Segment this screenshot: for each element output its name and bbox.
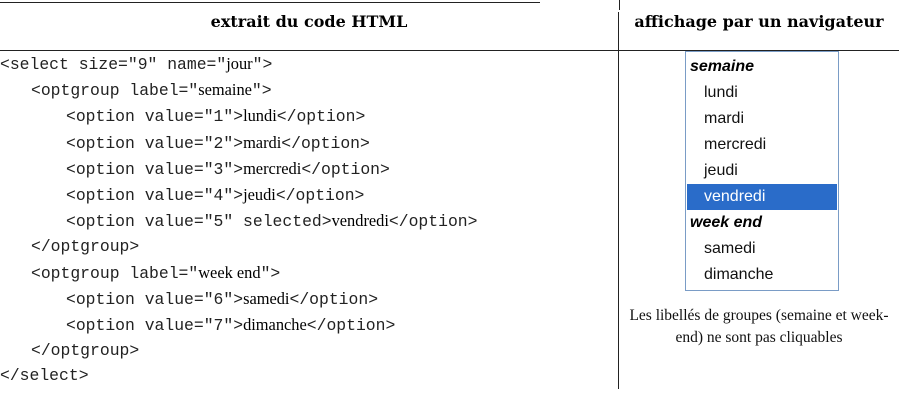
code-line-optgroup-weekend: <optgroup label="week end">: [31, 262, 281, 283]
option-dimanche[interactable]: dimanche: [687, 262, 837, 288]
comparison-table: extrait du code HTML affichage par un na…: [0, 12, 899, 389]
option-lundi[interactable]: lundi: [687, 80, 837, 106]
render-cell: semaine lundi mardi mercredi jeudi vendr…: [619, 51, 899, 389]
code-line-option-3: <option value="3">mercredi</option>: [66, 158, 390, 179]
header-browser-display: affichage par un navigateur: [618, 12, 899, 51]
code-line-option-1: <option value="1">lundi</option>: [66, 106, 366, 127]
code-line-option-6: <option value="6">samedi</option>: [66, 288, 379, 309]
code-line-option-7: <option value="7">dimanche</option>: [66, 315, 396, 336]
code-line-option-5: <option value="5" selected>vendredi</opt…: [66, 211, 478, 232]
day-listbox[interactable]: semaine lundi mardi mercredi jeudi vendr…: [685, 51, 839, 291]
code-line-select-close: </select>: [0, 366, 89, 386]
top-rule-fragment: [0, 0, 540, 3]
option-samedi[interactable]: samedi: [687, 236, 837, 262]
code-cell: <select size="9" name="jour"> <optgroup l…: [0, 50, 619, 389]
code-line-option-4: <option value="4">jeudi</option>: [66, 185, 365, 206]
code-line-option-2: <option value="2">mardi</option>: [66, 132, 370, 153]
code-line-optgroup-semaine: <optgroup label="semaine">: [31, 80, 272, 101]
group-labels-note: Les libellés de groupes (semaine et week…: [629, 307, 889, 346]
top-divider-tick: [619, 0, 620, 10]
code-line-optgroup-close-1: </optgroup>: [31, 237, 140, 257]
code-listing: <select size="9" name="jour"> <optgroup l…: [0, 51, 618, 389]
code-line-optgroup-close-2: </optgroup>: [31, 341, 140, 361]
option-jeudi[interactable]: jeudi: [687, 158, 837, 184]
optgroup-label-weekend: week end: [690, 214, 763, 231]
option-mercredi[interactable]: mercredi: [687, 132, 837, 158]
option-vendredi-selected[interactable]: vendredi: [687, 184, 837, 210]
header-code-extract: extrait du code HTML: [0, 12, 619, 51]
optgroup-label-semaine: semaine: [690, 58, 755, 75]
code-line-select-open: <select size="9" name="jour">: [0, 54, 273, 74]
option-mardi[interactable]: mardi: [687, 106, 837, 132]
